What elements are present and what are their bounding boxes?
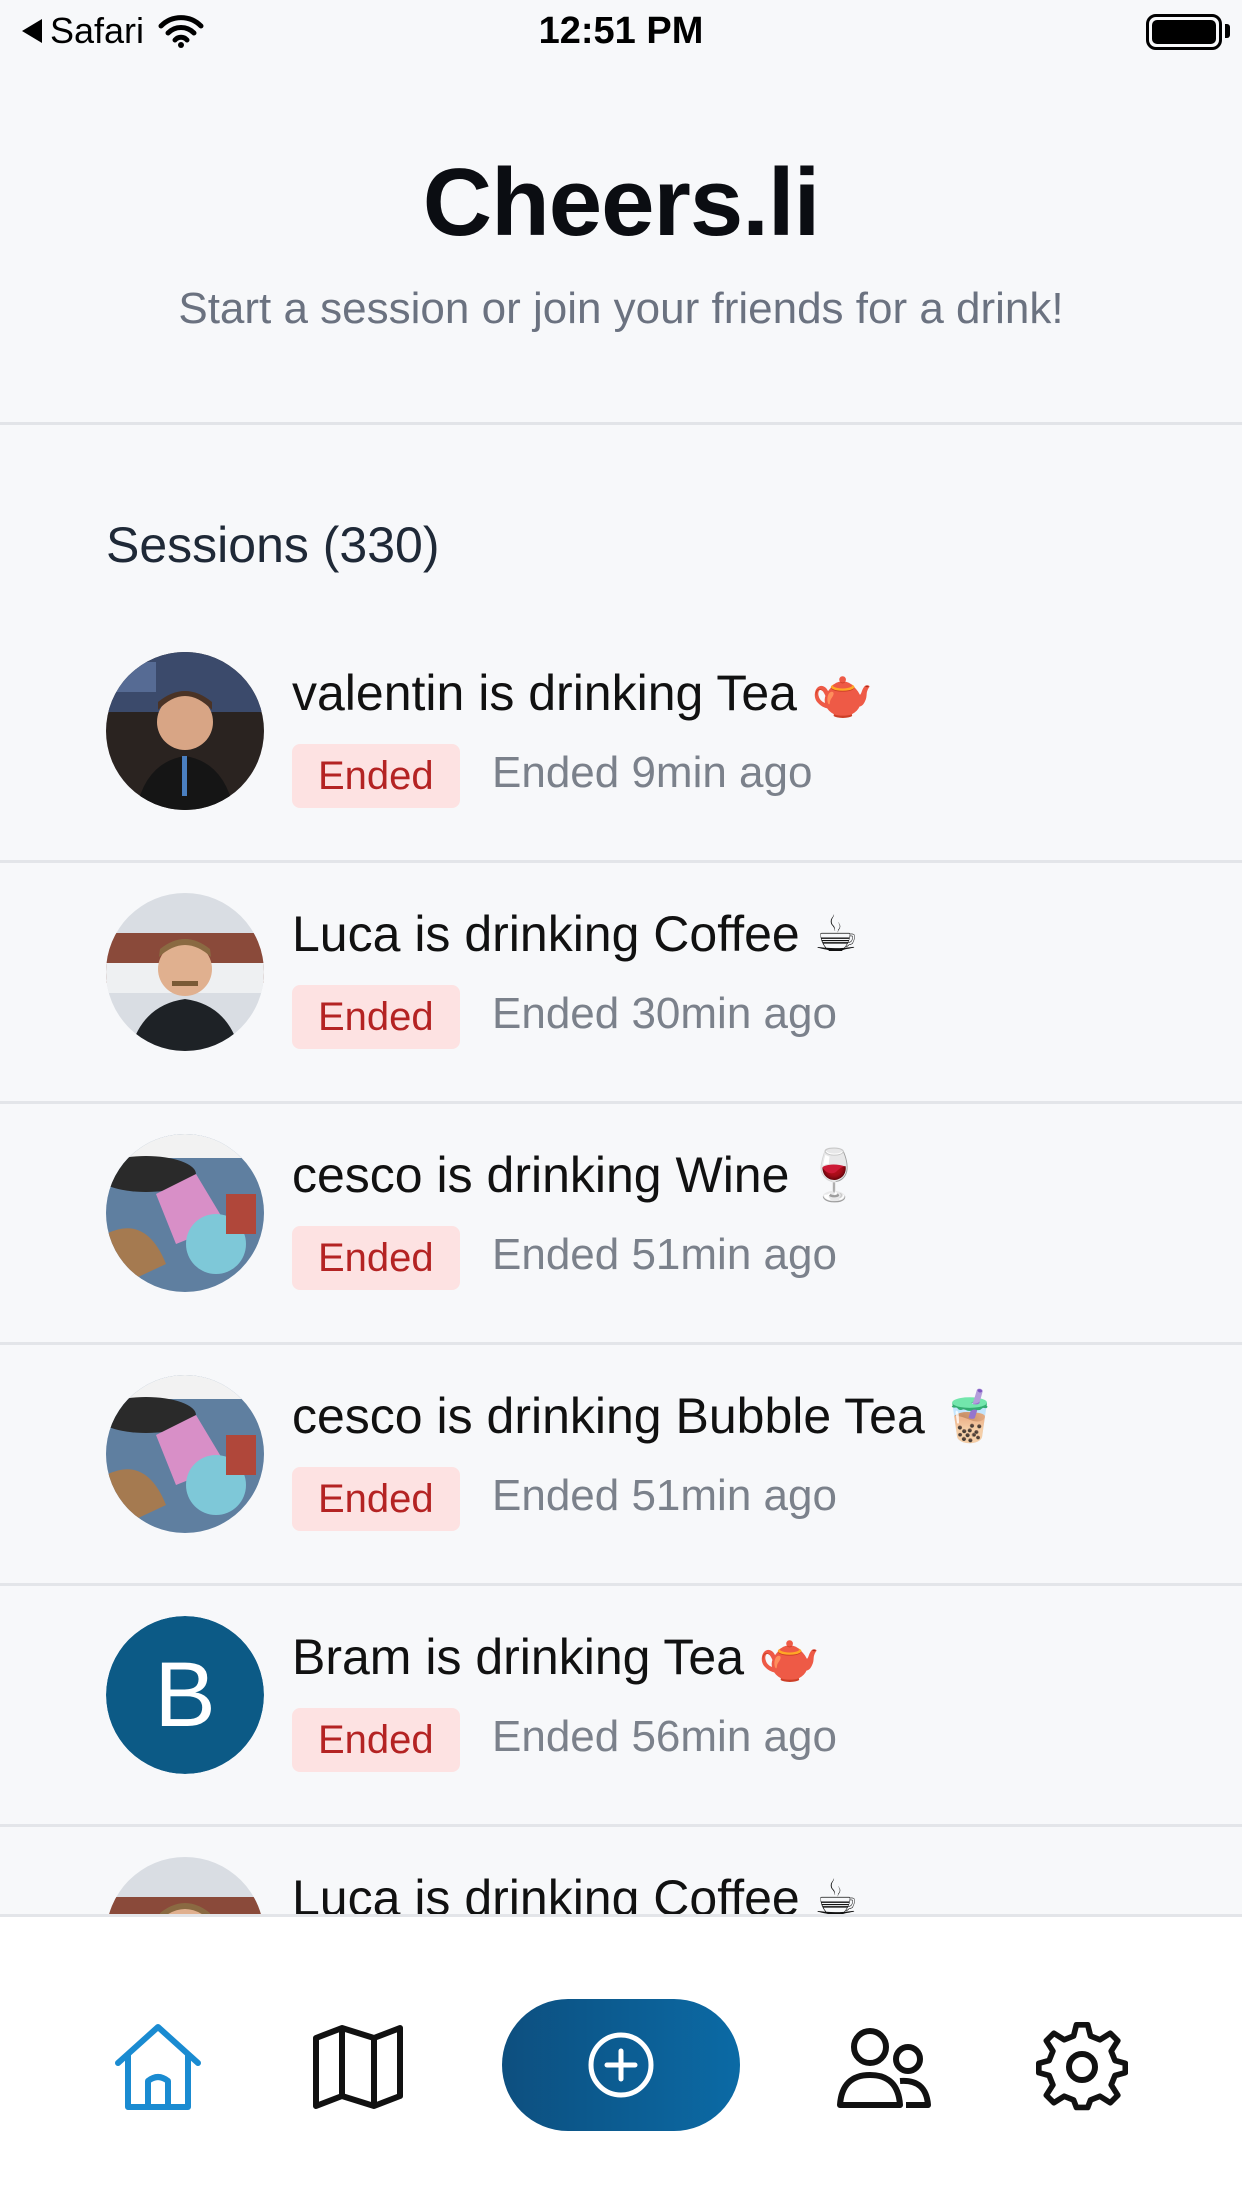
- session-title: cesco is drinking Bubble Tea 🧋: [292, 1387, 1002, 1445]
- home-icon: [115, 2024, 201, 2110]
- avatar[interactable]: [106, 1134, 264, 1292]
- status-bar: Safari 12:51 PM: [0, 0, 1242, 64]
- avatar[interactable]: [106, 1375, 264, 1533]
- status-badge: Ended: [292, 985, 460, 1049]
- teapot-icon: 🫖: [758, 1628, 821, 1686]
- friends-icon: [837, 2028, 931, 2108]
- avatar[interactable]: [106, 893, 264, 1051]
- tab-home[interactable]: [108, 2017, 208, 2117]
- session-time: Ended 51min ago: [492, 1471, 837, 1520]
- battery-tip: [1225, 24, 1230, 38]
- session-list[interactable]: valentin is drinking Tea 🫖 Ended Ended 9m…: [0, 622, 1242, 1914]
- plus-circle-icon: [588, 2032, 654, 2098]
- create-session-button[interactable]: [502, 1999, 740, 2131]
- bubble-tea-icon: 🧋: [938, 1387, 1002, 1445]
- avatar[interactable]: B: [106, 1616, 264, 1774]
- app-subtitle: Start a session or join your friends for…: [178, 284, 1064, 333]
- session-title: cesco is drinking Wine 🍷: [292, 1146, 866, 1204]
- session-title: valentin is drinking Tea 🫖: [292, 664, 874, 722]
- session-title: Luca is drinking Coffee ☕: [292, 905, 859, 963]
- coffee-icon: ☕: [813, 1869, 859, 1914]
- session-row[interactable]: Luca is drinking Coffee ☕: [0, 1827, 1242, 1914]
- session-title: Luca is drinking Coffee ☕: [292, 1869, 859, 1914]
- avatar[interactable]: [106, 652, 264, 810]
- sessions-heading: Sessions (330): [106, 517, 440, 573]
- gear-icon: [1036, 2021, 1128, 2111]
- session-row[interactable]: valentin is drinking Tea 🫖 Ended Ended 9m…: [0, 622, 1242, 863]
- session-time: Ended 56min ago: [492, 1712, 837, 1761]
- avatar-initial: B: [106, 1616, 264, 1774]
- tab-friends[interactable]: [834, 2017, 934, 2117]
- teapot-icon: 🫖: [810, 664, 874, 722]
- status-badge: Ended: [292, 1467, 460, 1531]
- coffee-icon: ☕: [813, 905, 859, 963]
- tab-map[interactable]: [308, 2017, 408, 2117]
- map-icon: [313, 2025, 403, 2109]
- app-title: Cheers.li: [422, 149, 821, 256]
- status-badge: Ended: [292, 1708, 460, 1772]
- session-row[interactable]: B Bram is drinking Tea 🫖 Ended Ended 56mi…: [0, 1586, 1242, 1827]
- session-row[interactable]: cesco is drinking Bubble Tea 🧋 Ended Ende…: [0, 1345, 1242, 1586]
- wine-icon: 🍷: [803, 1146, 866, 1204]
- session-time: Ended 30min ago: [492, 989, 837, 1038]
- session-row[interactable]: cesco is drinking Wine 🍷 Ended Ended 51mi…: [0, 1104, 1242, 1345]
- avatar[interactable]: [106, 1857, 264, 1914]
- clock: 12:51 PM: [538, 10, 704, 52]
- tab-settings[interactable]: [1032, 2017, 1132, 2117]
- session-time: Ended 51min ago: [492, 1230, 837, 1279]
- session-title: Bram is drinking Tea 🫖: [292, 1628, 821, 1686]
- status-badge: Ended: [292, 744, 460, 808]
- session-time: Ended 9min ago: [492, 748, 813, 797]
- battery-icon: [1146, 14, 1222, 50]
- header-divider: [0, 422, 1242, 425]
- session-row[interactable]: Luca is drinking Coffee ☕ Ended Ended 30m…: [0, 863, 1242, 1104]
- tab-bar: [0, 1914, 1242, 2208]
- status-badge: Ended: [292, 1226, 460, 1290]
